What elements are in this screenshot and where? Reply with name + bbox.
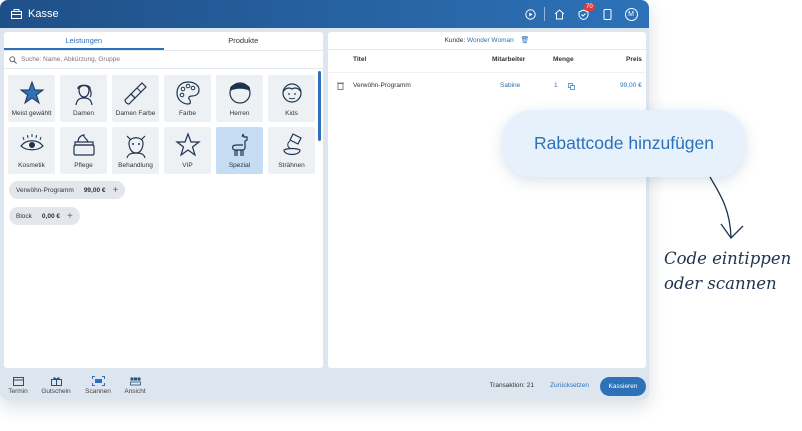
category-tile-selected[interactable]: Spezial [216,127,263,174]
plus-icon[interactable]: + [113,185,119,196]
eye-icon [19,134,44,151]
star-icon [19,80,44,105]
nav-gutschein[interactable]: Gutschein [41,372,71,395]
cart-panel: Kunde: Wonder Woman 🗑 Titel Mitarbeiter … [328,32,646,368]
play-circle-icon[interactable] [518,0,542,28]
pour-icon [282,133,302,156]
category-tile[interactable]: Meist gewählt [8,75,55,122]
bottom-bar: Termin Gutschein Scannen Ansicht Transak… [0,372,649,400]
llama-icon [231,133,248,156]
notification-badge: 70 [584,3,595,11]
category-tile[interactable]: Behandlung [112,127,159,174]
man-icon [228,82,251,104]
arrow-down-icon [709,176,744,240]
table-row[interactable]: Verwöhn-Programm Sabine 1 99,00 € [328,72,646,98]
cream-jar-icon [72,134,95,156]
calendar-icon [12,375,24,387]
checkout-button[interactable]: Kassieren [600,377,646,396]
category-tile[interactable]: VIP [164,127,211,174]
register-icon [10,8,22,20]
tab-bar: Leistungen Produkte [4,32,323,51]
category-tile[interactable]: Strähnen [268,127,315,174]
user-avatar[interactable]: M [619,0,643,28]
nav-ansicht[interactable]: Ansicht [120,372,150,395]
vip-star-icon [174,132,201,157]
shield-badge-icon[interactable]: 70 [571,0,595,28]
child-icon [281,83,302,103]
app-title: Kasse [28,8,59,20]
category-tile[interactable]: Herren [216,75,263,122]
grid-view-icon [129,375,141,387]
category-tile[interactable]: Farbe [164,75,211,122]
brush-icon [123,82,147,105]
category-tile[interactable]: Kosmetik [8,127,55,174]
category-tile[interactable]: Kids [268,75,315,122]
scrollbar[interactable] [318,71,321,141]
service-chip[interactable]: Verwöhn-Programm 99,00 € + [9,181,126,199]
customer-name[interactable]: Wonder Woman [467,37,514,44]
copy-icon[interactable] [568,73,575,102]
delete-icon[interactable] [337,73,344,102]
woman-icon [74,84,93,106]
divider [544,7,545,21]
category-grid: Meist gewählt Damen Damen Farbe Farbe He… [8,75,315,174]
top-bar: Kasse 70 M [0,0,649,28]
services-panel: Leistungen Produkte Meist gewählt Damen … [4,32,323,368]
search-bar [4,51,323,69]
category-tile[interactable]: Damen Farbe [112,75,159,122]
gift-icon [50,375,62,387]
category-tile[interactable]: Pflege [60,127,107,174]
search-input[interactable] [21,56,301,63]
palette-icon [175,81,200,105]
tablet-icon[interactable] [595,0,619,28]
store-icon[interactable] [547,0,571,28]
nav-termin[interactable]: Termin [3,372,33,395]
handwritten-note-line1: Code eintippen [664,249,792,268]
category-tile[interactable]: Damen [60,75,107,122]
table-header: Titel Mitarbeiter Menge Preis [353,56,642,63]
treatment-icon [125,135,146,159]
tab-produkte[interactable]: Produkte [164,32,324,50]
scan-icon [91,375,105,387]
reset-button[interactable]: Zurücksetzen [550,382,589,389]
handwritten-note-line2: oder scannen [664,274,777,293]
search-icon [9,55,17,64]
customer-row: Kunde: Wonder Woman 🗑 [328,32,646,50]
discount-code-button[interactable]: Rabattcode hinzufügen [502,110,746,177]
tab-leistungen[interactable]: Leistungen [4,32,164,50]
pos-window: Kasse 70 M Leistungen Produkte Suche: Na… [0,0,649,400]
nav-scannen[interactable]: Scannen [83,372,113,395]
trash-icon[interactable]: 🗑 [521,37,530,44]
plus-icon[interactable]: + [67,211,73,222]
transaction-counter: Transaktion: 21 [489,382,534,389]
service-chip[interactable]: Block 0,00 € + [9,207,80,225]
